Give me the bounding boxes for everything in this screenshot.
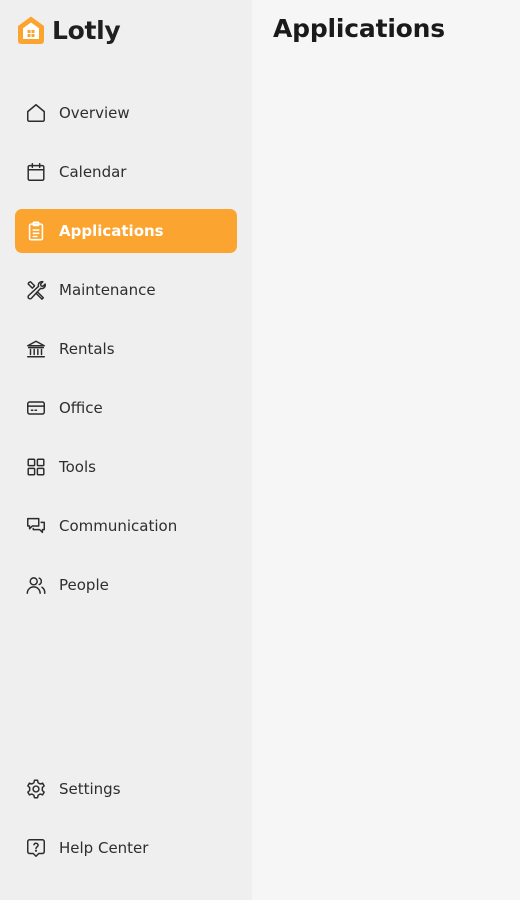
gear-icon xyxy=(25,778,47,800)
grid-icon xyxy=(25,456,47,478)
home-icon xyxy=(25,102,47,124)
main-content: Applications xyxy=(252,0,520,900)
logo-house-icon xyxy=(18,16,44,44)
sidebar-item-applications[interactable]: Applications xyxy=(15,209,237,253)
clipboard-icon xyxy=(25,220,47,242)
sidebar-item-communication[interactable]: Communication xyxy=(15,504,237,548)
sidebar-item-people[interactable]: People xyxy=(15,563,237,607)
brand-name: Lotly xyxy=(52,15,121,45)
sidebar-item-calendar[interactable]: Calendar xyxy=(15,150,237,194)
sidebar-item-tools[interactable]: Tools xyxy=(15,445,237,489)
sidebar-item-label: Settings xyxy=(59,780,121,798)
app-window: Lotly Overview Calendar Applications Mai… xyxy=(0,0,520,900)
credit-card-icon xyxy=(25,397,47,419)
users-icon xyxy=(25,574,47,596)
sidebar-item-label: Maintenance xyxy=(59,281,156,299)
sidebar-item-settings[interactable]: Settings xyxy=(15,767,237,811)
bank-icon xyxy=(25,338,47,360)
calendar-icon xyxy=(25,161,47,183)
sidebar-item-maintenance[interactable]: Maintenance xyxy=(15,268,237,312)
sidebar-item-label: People xyxy=(59,576,109,594)
sidebar-item-label: Applications xyxy=(59,222,164,240)
sidebar-item-overview[interactable]: Overview xyxy=(15,91,237,135)
chat-icon xyxy=(25,515,47,537)
sidebar-item-help-center[interactable]: Help Center xyxy=(15,826,237,870)
sidebar-item-label: Overview xyxy=(59,104,130,122)
sidebar-item-label: Tools xyxy=(59,458,96,476)
sidebar-item-label: Help Center xyxy=(59,839,149,857)
sidebar-item-label: Calendar xyxy=(59,163,127,181)
help-icon xyxy=(25,837,47,859)
brand[interactable]: Lotly xyxy=(15,14,121,46)
sidebar-item-label: Communication xyxy=(59,517,178,535)
sidebar-item-label: Office xyxy=(59,399,103,417)
sidebar-item-office[interactable]: Office xyxy=(15,386,237,430)
page-title: Applications xyxy=(273,14,445,43)
sidebar: Lotly Overview Calendar Applications Mai… xyxy=(0,0,252,900)
sidebar-item-label: Rentals xyxy=(59,340,115,358)
sidebar-item-rentals[interactable]: Rentals xyxy=(15,327,237,371)
tools-icon xyxy=(25,279,47,301)
